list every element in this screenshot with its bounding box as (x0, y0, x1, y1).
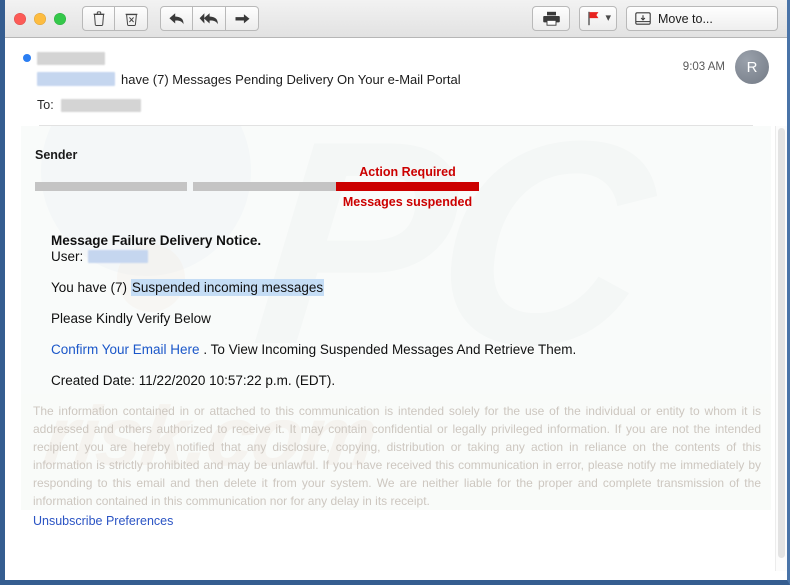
delete-junk-button-group (82, 6, 148, 31)
forward-arrow-icon (235, 13, 249, 23)
message-header-right: 9:03 AM R (683, 48, 769, 84)
recipient-line: To: (23, 94, 683, 116)
move-to-button[interactable]: Move to... (626, 6, 778, 31)
message-body: PC risk.com Sender Action Required Messa… (5, 126, 787, 571)
junk-trash-icon (125, 13, 137, 26)
message-header-left: have (7) Messages Pending Delivery On Yo… (23, 48, 683, 116)
sender-label: Sender (35, 148, 78, 162)
subject-text: have (7) Messages Pending Delivery On Yo… (121, 71, 461, 87)
messages-suspended-caption-row: Messages suspended (35, 191, 757, 211)
email-copy: Message Failure Delivery Notice. User: Y… (21, 211, 771, 388)
message-time: 9:03 AM (682, 61, 725, 73)
user-line: User: (51, 249, 757, 264)
unsubscribe-preferences-link[interactable]: Unsubscribe Preferences (33, 514, 173, 528)
zoom-window-button[interactable] (54, 12, 66, 25)
flag-button[interactable]: ▾ (579, 6, 617, 31)
suspended-count-highlight: Suspended incoming messages (130, 279, 325, 296)
reply-arrow-icon (169, 12, 184, 24)
chevron-down-icon[interactable]: ▾ (605, 13, 611, 24)
legal-disclaimer: The information contained in or attached… (21, 394, 771, 510)
sender-name-redacted (37, 51, 105, 65)
forward-button[interactable] (226, 6, 259, 31)
trash-icon (93, 11, 104, 26)
unsubscribe-row: Unsubscribe Preferences (21, 514, 771, 528)
unread-indicator-dot[interactable] (23, 54, 31, 62)
to-label: To: (37, 98, 54, 112)
verify-instruction: Please Kindly Verify Below (51, 311, 211, 326)
progress-segment-1 (35, 182, 187, 191)
print-icon (543, 11, 560, 26)
suspended-count-prefix: You have (7) (51, 280, 131, 295)
user-label: User: (51, 249, 84, 264)
close-window-button[interactable] (14, 12, 26, 25)
minimize-window-button[interactable] (34, 12, 46, 25)
status-bar-block: Sender Action Required Messages suspende… (21, 148, 771, 211)
progress-bars (35, 182, 757, 191)
toolbar: ▾ Move to... (5, 0, 787, 38)
flag-icon (588, 11, 599, 26)
messages-suspended-label: Messages suspended (342, 195, 473, 209)
scrollbar-thumb[interactable] (778, 128, 785, 558)
suspended-count-line: You have (7) Suspended incoming messages (51, 279, 757, 296)
sender-line (23, 48, 683, 68)
window-traffic-lights (14, 12, 66, 25)
subject-line: have (7) Messages Pending Delivery On Yo… (23, 68, 683, 90)
confirm-email-link[interactable]: Confirm Your Email Here (51, 342, 200, 357)
message-header: have (7) Messages Pending Delivery On Yo… (5, 38, 787, 126)
subject-prefix-redacted (37, 72, 115, 86)
reply-forward-button-group (160, 6, 259, 31)
action-required-label: Action Required (359, 165, 456, 179)
vertical-scrollbar[interactable] (775, 126, 787, 571)
header-divider (39, 125, 753, 126)
junk-button[interactable] (115, 6, 148, 31)
mail-message-window: ▾ Move to... have (7) Messages Pending D… (0, 0, 790, 585)
confirm-link-line: Confirm Your Email Here . To View Incomi… (51, 342, 757, 357)
progress-segment-2 (193, 182, 336, 191)
confirm-link-suffix: . To View Incoming Suspended Messages An… (199, 342, 577, 357)
move-to-folder-icon (635, 12, 651, 25)
progress-segment-alert (336, 182, 479, 191)
move-to-label: Move to... (658, 11, 713, 26)
recipient-redacted (60, 98, 141, 112)
email-content-panel: Sender Action Required Messages suspende… (21, 126, 771, 394)
reply-button[interactable] (160, 6, 193, 31)
action-required-caption-row: Action Required (35, 165, 757, 182)
avatar: R (735, 50, 769, 84)
message-header-row: have (7) Messages Pending Delivery On Yo… (23, 48, 769, 116)
reply-all-arrow-icon (199, 12, 218, 24)
notice-title: Message Failure Delivery Notice. (51, 233, 262, 248)
user-value-redacted (88, 250, 149, 263)
created-date: Created Date: 11/22/2020 10:57:22 p.m. (… (51, 373, 336, 388)
reply-all-button[interactable] (193, 6, 226, 31)
print-button[interactable] (532, 6, 571, 31)
toolbar-right-group: ▾ Move to... (532, 6, 778, 31)
delete-button[interactable] (82, 6, 115, 31)
